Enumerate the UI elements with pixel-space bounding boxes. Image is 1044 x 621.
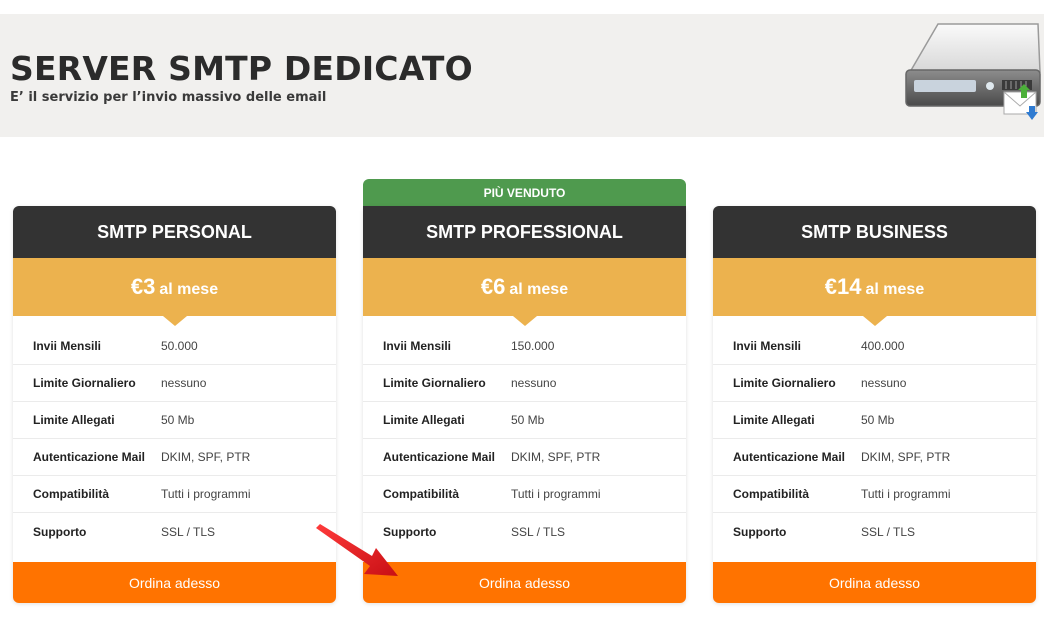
feature-value: SSL / TLS <box>161 524 216 539</box>
feature-label: Supporto <box>733 524 787 539</box>
feature-label: Autenticazione Mail <box>33 450 146 464</box>
feature-list: Invii Mensili 150.000 Limite Giornaliero n… <box>363 316 686 550</box>
feature-list: Invii Mensili 50.000 Limite Giornaliero ne… <box>13 316 336 550</box>
feature-label: Invii Mensili <box>733 339 802 353</box>
page-title: SERVER SMTP DEDICATO <box>10 49 473 88</box>
feature-value: DKIM, SPF, PTR <box>161 450 251 464</box>
red-arrow-icon <box>316 524 398 576</box>
feature-label: Limite Giornaliero <box>33 376 136 390</box>
feature-label: Limite Giornaliero <box>383 376 486 390</box>
feature-label: Invii Mensili <box>33 339 102 353</box>
feature-row: Limite Giornaliero nessuno <box>363 365 686 402</box>
feature-label: Limite Giornaliero <box>733 376 836 390</box>
plan-card-business: SMTP BUSINESS €14 al mese Invii Mensili 40… <box>713 206 1036 603</box>
plan-card-personal: SMTP PERSONAL €3 al mese Invii Mensili 50.… <box>13 206 336 603</box>
best-seller-ribbon: PIÙ VENDUTO <box>363 179 686 207</box>
feature-label: Invii Mensili <box>383 339 452 353</box>
feature-value: DKIM, SPF, PTR <box>861 450 951 464</box>
feature-value: Tutti i programmi <box>511 487 601 501</box>
plan-price: €3 al mese <box>13 258 336 326</box>
plan-price: €14 al mese <box>713 258 1036 326</box>
order-button-business[interactable]: Ordina adesso <box>713 562 1036 603</box>
feature-row: Invii Mensili 400.000 <box>713 328 1036 365</box>
feature-row: Invii Mensili 50.000 <box>13 328 336 365</box>
feature-value: 50 Mb <box>511 413 545 427</box>
plan-name: SMTP BUSINESS <box>713 206 1036 258</box>
price-amount: €6 <box>480 274 506 299</box>
feature-row: Compatibilità Tutti i programmi <box>363 476 686 513</box>
feature-row: Autenticazione Mail DKIM, SPF, PTR <box>13 439 336 476</box>
feature-label: Autenticazione Mail <box>383 450 496 464</box>
feature-value: 400.000 <box>861 339 905 353</box>
plan-card-professional: SMTP PROFESSIONAL €6 al mese Invii Mensil… <box>363 206 686 603</box>
plan-name: SMTP PERSONAL <box>13 206 336 258</box>
price-period: al mese <box>865 281 925 298</box>
feature-value: 50 Mb <box>861 413 895 427</box>
feature-label: Compatibilità <box>383 487 460 501</box>
feature-label: Limite Allegati <box>733 413 815 427</box>
feature-label: Compatibilità <box>33 487 110 501</box>
feature-row: Compatibilità Tutti i programmi <box>13 476 336 513</box>
feature-row: Autenticazione Mail DKIM, SPF, PTR <box>363 439 686 476</box>
feature-value: 50 Mb <box>161 413 195 427</box>
feature-row: Limite Allegati 50 Mb <box>713 402 1036 439</box>
feature-row: Limite Giornaliero nessuno <box>13 365 336 402</box>
feature-value: SSL / TLS <box>511 524 566 539</box>
order-button-personal[interactable]: Ordina adesso <box>13 562 336 603</box>
feature-label: Compatibilità <box>733 487 810 501</box>
price-amount: €14 <box>824 274 862 299</box>
order-button-professional[interactable]: Ordina adesso <box>363 562 686 603</box>
feature-value: nessuno <box>161 376 207 390</box>
feature-list: Invii Mensili 400.000 Limite Giornaliero n… <box>713 316 1036 550</box>
feature-value: Tutti i programmi <box>861 487 951 501</box>
feature-label: Limite Allegati <box>383 413 465 427</box>
feature-row: Compatibilità Tutti i programmi <box>713 476 1036 513</box>
feature-label: Autenticazione Mail <box>733 450 846 464</box>
feature-row: Limite Allegati 50 Mb <box>13 402 336 439</box>
feature-value: 50.000 <box>161 339 198 353</box>
feature-label: Supporto <box>33 524 87 539</box>
page-subtitle: E’ il servizio per l’invio massivo delle… <box>10 90 327 105</box>
hero-banner: SERVER SMTP DEDICATO E’ il servizio per … <box>0 14 1044 137</box>
plan-name: SMTP PROFESSIONAL <box>363 206 686 258</box>
price-period: al mese <box>509 281 569 298</box>
feature-row: Supporto SSL / TLS <box>13 513 336 550</box>
feature-row: Limite Giornaliero nessuno <box>713 365 1036 402</box>
feature-value: DKIM, SPF, PTR <box>511 450 601 464</box>
feature-label: Limite Allegati <box>33 413 115 427</box>
server-mail-icon <box>905 23 1041 120</box>
feature-value: nessuno <box>861 376 907 390</box>
feature-row: Limite Allegati 50 Mb <box>363 402 686 439</box>
feature-value: nessuno <box>511 376 557 390</box>
feature-row: Autenticazione Mail DKIM, SPF, PTR <box>713 439 1036 476</box>
feature-value: 150.000 <box>511 339 555 353</box>
feature-row: Supporto SSL / TLS <box>713 513 1036 550</box>
price-amount: €3 <box>130 274 156 299</box>
feature-row: Invii Mensili 150.000 <box>363 328 686 365</box>
feature-value: SSL / TLS <box>861 524 916 539</box>
price-period: al mese <box>159 281 219 298</box>
feature-row: Supporto SSL / TLS <box>363 513 686 550</box>
plan-price: €6 al mese <box>363 258 686 326</box>
feature-value: Tutti i programmi <box>161 487 251 501</box>
